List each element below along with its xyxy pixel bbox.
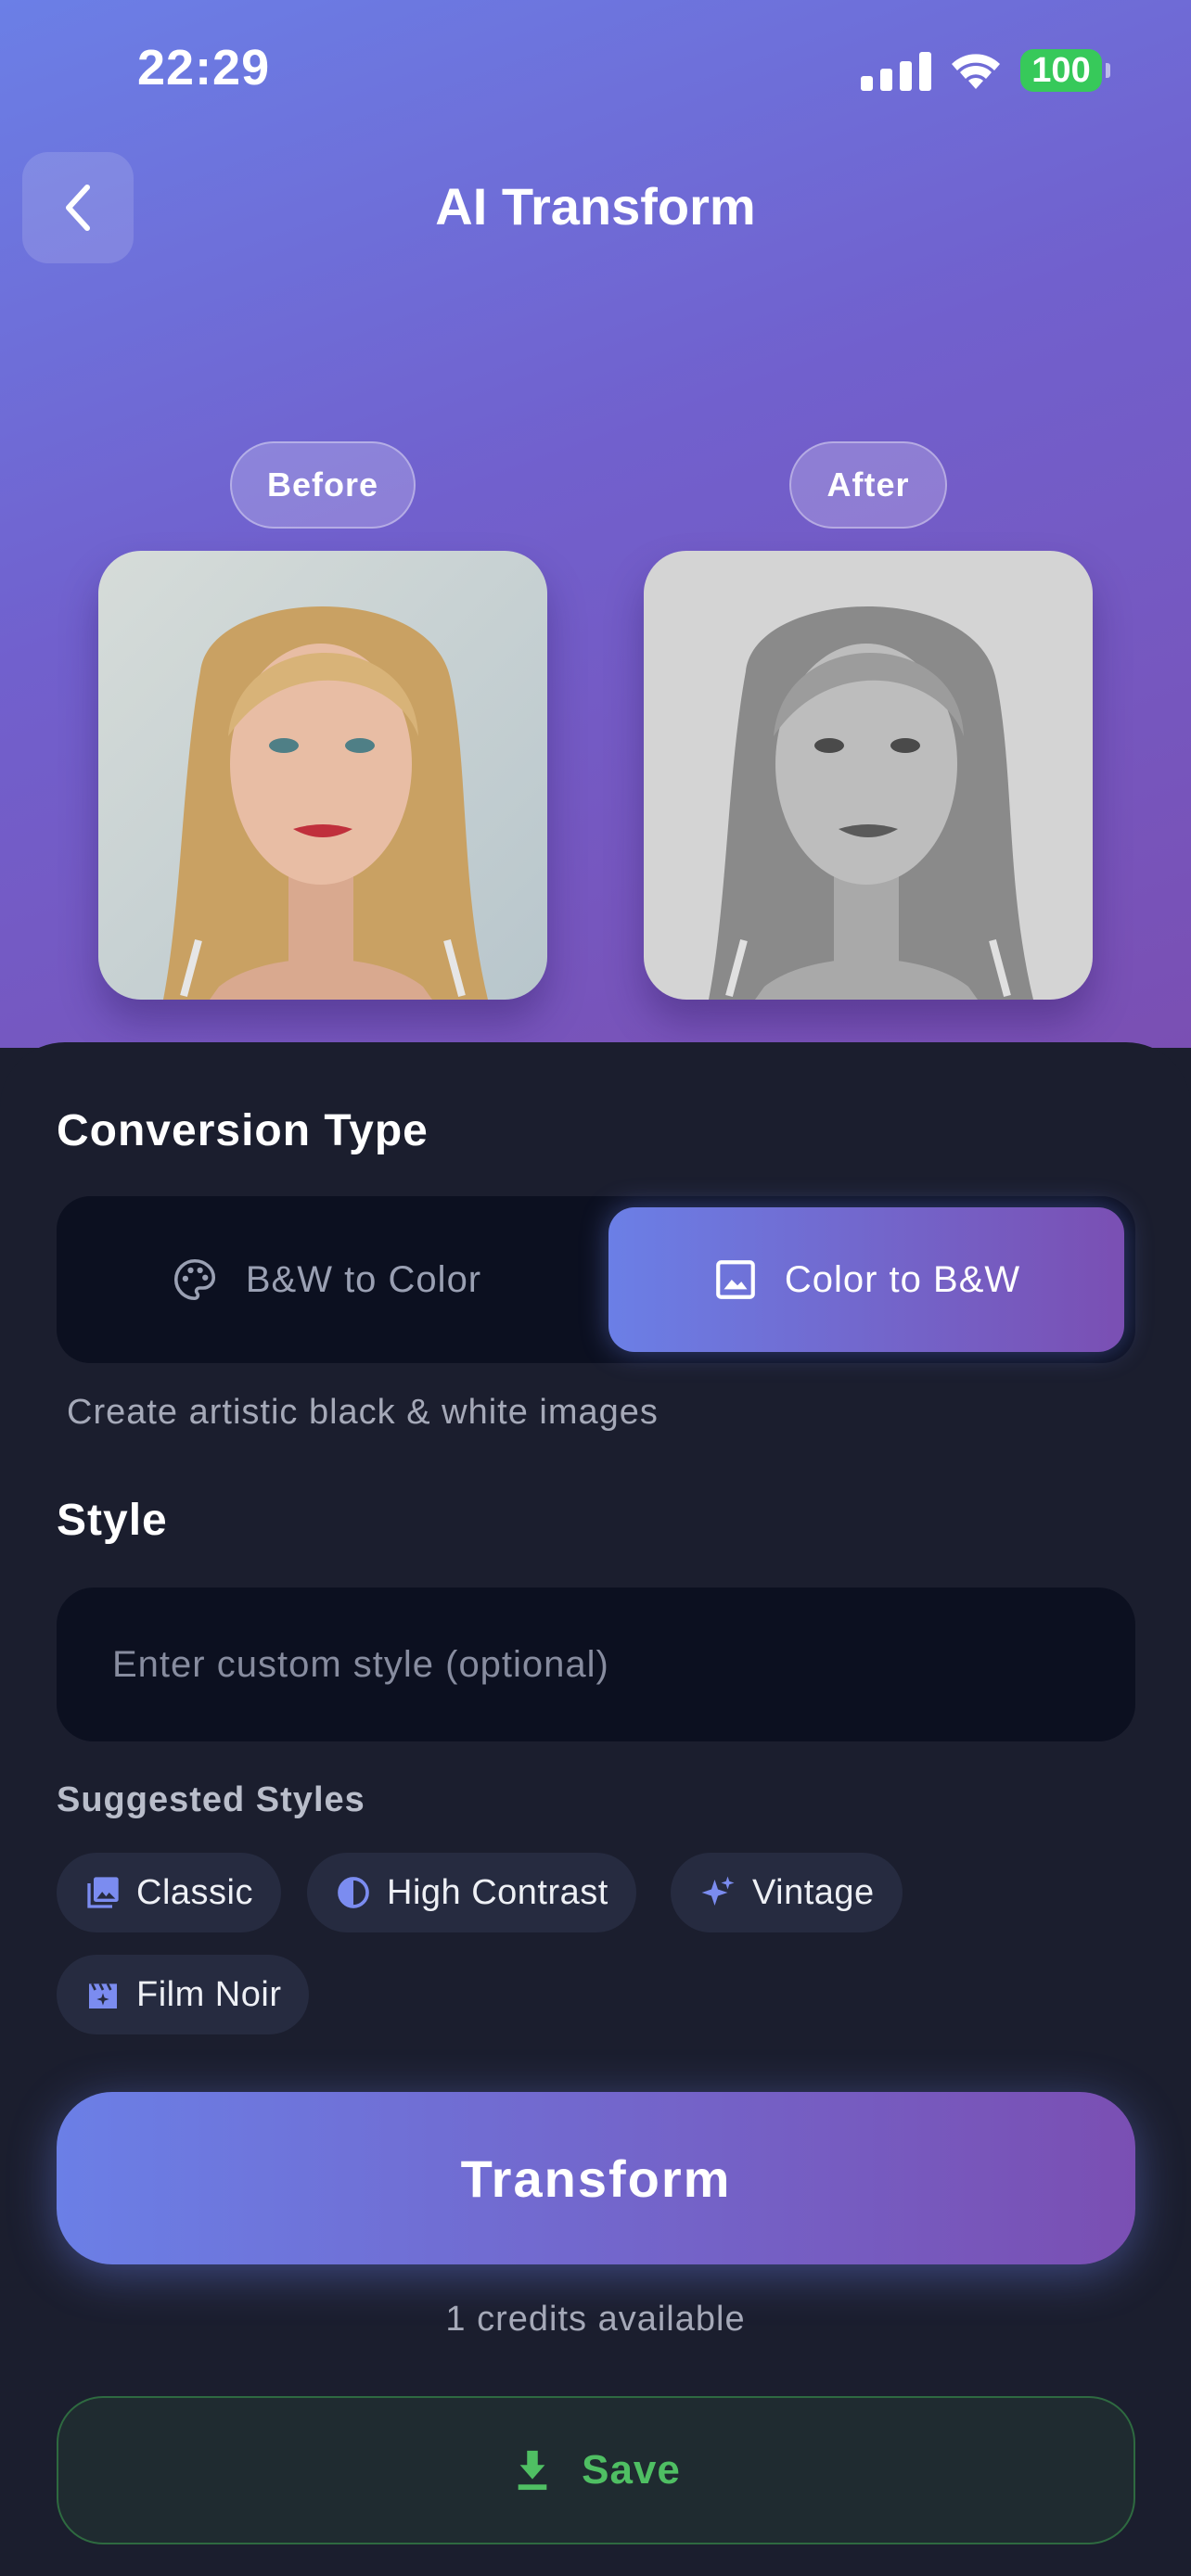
status-indicators: 100 [861,45,1110,96]
style-chip-vintage[interactable]: Vintage [671,1853,903,1932]
before-photo[interactable] [98,551,547,1000]
style-chip-vintage-label: Vintage [752,1872,875,1912]
photo-library-icon [87,1877,119,1908]
ai-transform-screen: 22:29 100 AI Transform Before After Conv… [0,0,1191,2576]
battery-level: 100 [1031,50,1091,90]
option-bw-to-color[interactable]: B&W to Color [68,1207,583,1352]
conversion-helper-text: Create artistic black & white images [67,1393,659,1432]
hero-header: 22:29 100 AI Transform Before After [0,0,1191,1048]
battery-indicator: 100 [1020,49,1110,92]
movie-filter-icon [89,1983,117,2009]
save-button-label: Save [582,2447,681,2493]
custom-style-input[interactable] [57,1588,1135,1741]
transform-button[interactable]: Transform [57,2092,1135,2264]
style-title: Style [57,1496,168,1545]
option-color-to-bw-label: Color to B&W [784,1258,1021,1300]
download-icon [518,2450,547,2491]
image-icon [716,1260,755,1299]
style-chip-high-contrast[interactable]: High Contrast [307,1853,636,1932]
after-photo[interactable] [644,551,1093,1000]
style-chip-classic[interactable]: Classic [57,1853,281,1932]
before-label: Before [230,441,416,529]
transform-button-label: Transform [460,2149,732,2208]
suggested-styles-title: Suggested Styles [57,1780,365,1819]
save-button[interactable]: Save [57,2396,1135,2544]
option-color-to-bw[interactable]: Color to B&W [608,1207,1124,1352]
credits-text: 1 credits available [445,2300,746,2339]
sparkle-icon [701,1876,735,1906]
option-bw-to-color-label: B&W to Color [245,1258,482,1300]
style-chip-classic-label: Classic [136,1872,253,1912]
style-chip-film-noir-label: Film Noir [136,1974,282,2014]
before-after-comparison: Before After [0,441,1191,1000]
page-title: AI Transform [435,177,756,236]
style-chip-high-contrast-label: High Contrast [387,1872,608,1912]
settings-panel: Conversion Type B&W to Color Color to B&… [0,1042,1191,2576]
status-time: 22:29 [137,40,271,96]
conversion-type-selector: B&W to Color Color to B&W [57,1196,1135,1363]
wifi-icon [948,50,1004,91]
cellular-signal-icon [861,50,931,91]
palette-icon [173,1258,215,1301]
conversion-type-title: Conversion Type [57,1106,429,1155]
contrast-icon [338,1877,369,1908]
after-label: After [789,441,947,529]
status-bar: 22:29 100 [0,0,1191,139]
nav-header: AI Transform [0,148,1191,269]
style-chip-film-noir[interactable]: Film Noir [57,1955,310,2034]
